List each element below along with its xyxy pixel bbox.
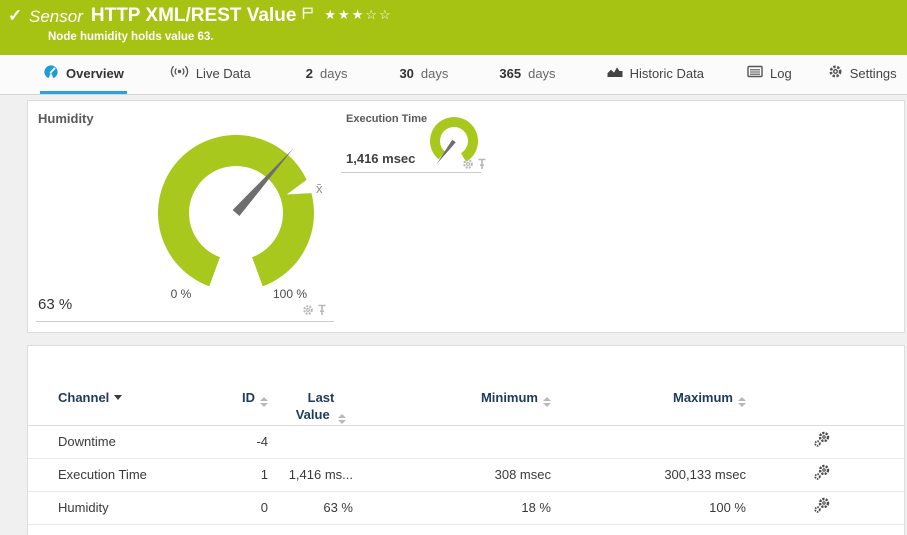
humidity-scale-min: 0 %: [158, 287, 204, 301]
area-chart-icon: [607, 65, 623, 81]
execution-time-gauge-title: Execution Time: [346, 113, 427, 125]
table-row-execution-time[interactable]: Execution Time 1 1,416 ms... 308 msec 30…: [28, 458, 904, 491]
overview-gauges-panel: Humidity x̄ 0 % 100 % 63 % Execution Tim…: [27, 100, 905, 333]
pin-icon[interactable]: [317, 303, 327, 321]
humidity-scale-max: 100 %: [264, 287, 316, 301]
channel-last-value: 63 %: [268, 491, 353, 524]
tab-2-days[interactable]: 2 days: [303, 55, 351, 94]
humidity-block-divider: [36, 321, 334, 322]
sort-icon: [260, 397, 268, 407]
sensor-status-bar: ✓ Sensor HTTP XML/REST Value ★★★☆☆ Node …: [0, 0, 907, 55]
tab-settings[interactable]: Settings: [825, 55, 900, 94]
table-row-downtime[interactable]: Downtime -4: [28, 425, 904, 458]
channel-id: 1: [233, 458, 268, 491]
gear-icon: [828, 64, 843, 82]
sort-icon: [338, 414, 346, 424]
tab-log[interactable]: Log: [744, 55, 795, 94]
gauge-icon: [43, 64, 59, 83]
humidity-gauge: x̄: [148, 131, 333, 291]
humidity-current-value: 63 %: [38, 296, 72, 313]
tab-live-data[interactable]: Live Data: [167, 55, 254, 94]
sensor-status-message: Node humidity holds value 63.: [48, 31, 214, 43]
priority-stars[interactable]: ★★★☆☆: [324, 7, 392, 23]
channel-maximum: [551, 425, 746, 458]
sensor-title: HTTP XML/REST Value: [91, 4, 297, 27]
channel-settings-gears-icon[interactable]: [813, 437, 831, 452]
sort-desc-icon: [114, 395, 122, 400]
sort-icon: [738, 397, 746, 407]
tab-30-days[interactable]: 30 days: [396, 55, 451, 94]
gauge-settings-gear-icon[interactable]: [302, 303, 314, 321]
flag-icon[interactable]: [302, 7, 314, 25]
column-header-minimum[interactable]: Minimum: [353, 346, 551, 425]
tab-bar: Overview Live Data 2 days 30 days 365 da…: [0, 55, 907, 95]
channel-maximum: 100 %: [551, 491, 746, 524]
average-marker-label: x̄: [316, 181, 323, 196]
column-header-id[interactable]: ID: [233, 346, 268, 425]
channel-name[interactable]: Downtime: [28, 425, 233, 458]
column-header-actions: [746, 346, 904, 425]
table-header-row: Channel ID Last Value Minimum Maximum: [28, 346, 904, 425]
channel-minimum: 308 msec: [353, 458, 551, 491]
status-ok-check-icon: ✓: [8, 6, 22, 26]
sort-icon: [543, 397, 551, 407]
channel-settings-gears-icon[interactable]: [813, 503, 831, 518]
column-header-maximum[interactable]: Maximum: [551, 346, 746, 425]
column-header-last-value[interactable]: Last Value: [268, 346, 353, 425]
channel-minimum: [353, 425, 551, 458]
execution-time-current-value: 1,416 msec: [346, 151, 415, 166]
table-row-humidity[interactable]: Humidity 0 63 % 18 % 100 %: [28, 491, 904, 524]
channels-table: Channel ID Last Value Minimum Maximum: [28, 346, 904, 525]
channel-name[interactable]: Execution Time: [28, 458, 233, 491]
channel-id: -4: [233, 425, 268, 458]
tab-365-days[interactable]: 365 days: [496, 55, 558, 94]
channel-id: 0: [233, 491, 268, 524]
column-header-channel[interactable]: Channel: [28, 346, 233, 425]
channel-maximum: 300,133 msec: [551, 458, 746, 491]
log-icon: [747, 65, 763, 81]
channels-panel: Channel ID Last Value Minimum Maximum: [27, 345, 905, 535]
humidity-gauge-title: Humidity: [38, 111, 94, 126]
tab-historic-data[interactable]: Historic Data: [604, 55, 707, 94]
channel-last-value: 1,416 ms...: [268, 458, 353, 491]
execution-time-block-divider: [341, 172, 481, 173]
tab-overview[interactable]: Overview: [40, 55, 127, 94]
sensor-kind-label: Sensor: [29, 4, 83, 27]
channel-last-value: [268, 425, 353, 458]
channel-settings-gears-icon[interactable]: [813, 470, 831, 485]
broadcast-icon: [170, 65, 189, 81]
channel-name[interactable]: Humidity: [28, 491, 233, 524]
channel-minimum: 18 %: [353, 491, 551, 524]
